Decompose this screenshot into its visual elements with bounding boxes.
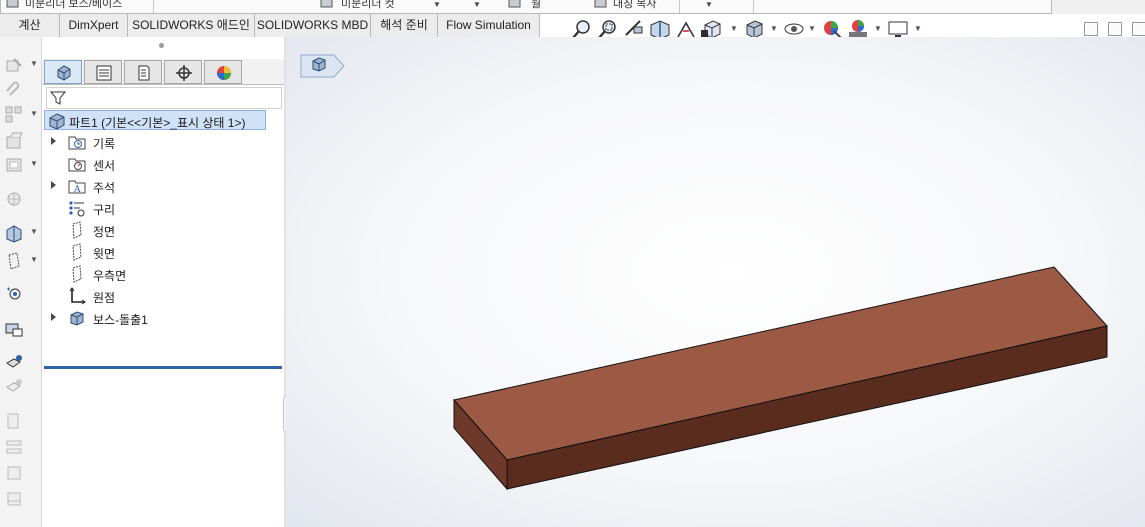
plane-icon — [72, 265, 82, 283]
tree-item-label: 구리 — [93, 203, 116, 217]
material-icon — [69, 201, 85, 217]
tree-item-right-plane[interactable]: 우측면 — [44, 264, 282, 284]
property-manager-icon — [96, 65, 112, 81]
solidworks-window: 미분리더 보스/베이스 미분리더 컷 ▼ ▼ 월 대칭 복사 ▼ 계산 DimX… — [0, 0, 1145, 527]
tree-item-material[interactable]: 구리 — [44, 198, 282, 218]
chevron-down-icon[interactable]: ▼ — [808, 24, 816, 33]
expand-arrow-icon[interactable] — [51, 313, 56, 321]
chevron-down-icon[interactable]: ▼ — [730, 24, 738, 33]
featuremanager-panel: › 파트1 (기본<<기본>_표시 상태 1>) 기록 센서 A 주석 — [42, 37, 284, 527]
tab-display-manager[interactable] — [204, 60, 242, 84]
sensor-icon — [68, 158, 86, 172]
history-folder-icon — [68, 136, 86, 150]
tab-dimxpert[interactable]: DimXpert — [60, 14, 128, 37]
tree-item-label: 주석 — [93, 181, 116, 195]
measure-icon[interactable] — [4, 319, 24, 339]
tree-item-label: 기록 — [93, 137, 116, 151]
undercut-analysis-icon[interactable] — [4, 489, 24, 509]
mirror-icon — [594, 0, 607, 8]
tab-solidworks-addins[interactable]: SOLIDWORKS 애드인 — [128, 14, 255, 37]
copper-plate-model[interactable] — [286, 37, 1145, 527]
display-manager-icon — [217, 66, 231, 80]
draft-icon[interactable] — [4, 131, 24, 151]
tab-feature-tree[interactable] — [44, 60, 82, 84]
tree-filter[interactable] — [46, 87, 282, 109]
panel-grip[interactable] — [159, 43, 164, 48]
tree-item-label: 우측면 — [93, 269, 127, 283]
featuremanager-tabs: › — [42, 59, 284, 100]
ribbon: 미분리더 보스/베이스 미분리더 컷 ▼ ▼ 월 대칭 복사 ▼ — [0, 0, 1145, 14]
tree-item-front-plane[interactable]: 정면 — [44, 220, 282, 240]
part-icon — [49, 113, 65, 130]
command-manager-tabs: 계산 DimXpert SOLIDWORKS 애드인 SOLIDWORKS MB… — [0, 14, 540, 37]
ribbon-mirror-label[interactable]: 대칭 복사 — [613, 0, 673, 9]
tree-item-top-plane[interactable]: 윗면 — [44, 242, 282, 262]
shell-icon[interactable] — [4, 155, 24, 175]
mate-reference-icon[interactable] — [4, 285, 24, 305]
chevron-down-icon[interactable]: ▼ — [433, 0, 441, 9]
rib-icon — [508, 0, 521, 8]
tab-configuration-manager[interactable] — [124, 60, 162, 84]
ribbon-boss-base-label[interactable]: 미분리더 보스/베이스 — [25, 0, 149, 9]
rollback-bar[interactable] — [44, 366, 282, 369]
sketch-icon[interactable] — [4, 55, 24, 75]
tree-item-label: 정면 — [93, 225, 116, 239]
tree-item-annotations[interactable]: A 주석 — [44, 176, 282, 196]
tab-property-manager[interactable] — [84, 60, 122, 84]
tree-root-label: 파트1 (기본<<기본>_표시 상태 1>) — [69, 116, 246, 130]
chevron-down-icon[interactable]: ▼ — [473, 0, 481, 9]
maximize-viewport-button[interactable] — [1108, 22, 1122, 36]
svg-text:A: A — [73, 185, 81, 195]
tree-item-label: 윗면 — [93, 247, 116, 261]
left-command-strip: ▼ ▼ ▼ ▼ ▼ — [0, 37, 42, 527]
mass-properties-icon[interactable] — [4, 353, 24, 373]
tab-dimxpert-manager[interactable] — [164, 60, 202, 84]
chevron-down-icon[interactable]: ▼ — [705, 0, 713, 9]
tab-simulation-prep[interactable]: 해석 준비 — [371, 14, 438, 37]
configuration-manager-icon — [138, 65, 150, 81]
section-properties-icon[interactable] — [4, 377, 24, 397]
tree-item-boss-extrude1[interactable]: 보스-돌출1 — [44, 308, 282, 328]
restore-viewport-button[interactable] — [1084, 22, 1098, 36]
dimxpert-manager-icon — [176, 65, 192, 81]
tree-item-label: 보스-돌출1 — [93, 313, 148, 327]
tree-item-label: 센서 — [93, 159, 116, 173]
chevron-down-icon[interactable]: ▼ — [874, 24, 882, 33]
extrude-feature-icon — [70, 311, 84, 326]
ribbon-panel: 미분리더 보스/베이스 미분리더 컷 ▼ ▼ 월 대칭 복사 ▼ — [0, 0, 1052, 14]
draft-analysis-icon[interactable] — [4, 463, 24, 483]
chevron-down-icon[interactable]: ▼ — [914, 24, 922, 33]
tree-item-label: 원점 — [93, 291, 116, 305]
tab-evaluate[interactable]: 계산 — [0, 14, 60, 37]
expand-arrow-icon[interactable] — [51, 137, 56, 145]
filter-icon[interactable] — [50, 90, 66, 106]
ribbon-rib-label[interactable]: 월 — [531, 0, 551, 9]
close-viewport-button[interactable] — [1132, 22, 1145, 36]
expand-arrow-icon[interactable] — [51, 181, 56, 189]
feature-tree-icon — [57, 65, 71, 81]
ribbon-cut-label[interactable]: 미분리더 컷 — [341, 0, 411, 9]
chevron-down-icon[interactable]: ▼ — [770, 24, 778, 33]
clip-icon[interactable] — [4, 81, 24, 101]
tree-item-history[interactable]: 기록 — [44, 132, 282, 152]
tab-flow-simulation[interactable]: Flow Simulation — [438, 14, 540, 37]
annotations-icon: A — [68, 180, 86, 195]
tree-root-part[interactable]: 파트1 (기본<<기본>_표시 상태 1>) — [44, 110, 266, 130]
check-icon[interactable] — [4, 411, 24, 431]
tab-solidworks-mbd[interactable]: SOLIDWORKS MBD — [255, 14, 371, 37]
plane-icon — [72, 221, 82, 239]
origin-icon — [69, 287, 86, 305]
linear-pattern-icon[interactable] — [4, 105, 24, 125]
graphics-area[interactable] — [286, 37, 1145, 527]
plane-icon — [72, 243, 82, 261]
geometry-analysis-icon[interactable] — [4, 437, 24, 457]
boss-base-icon — [6, 0, 19, 8]
tree-item-sensors[interactable]: 센서 — [44, 154, 282, 174]
plane-icon[interactable] — [4, 251, 24, 271]
instant3d-icon[interactable] — [4, 189, 24, 209]
reference-geometry-icon[interactable] — [4, 223, 24, 243]
cut-icon — [320, 0, 333, 8]
tree-item-origin[interactable]: 원점 — [44, 286, 282, 306]
